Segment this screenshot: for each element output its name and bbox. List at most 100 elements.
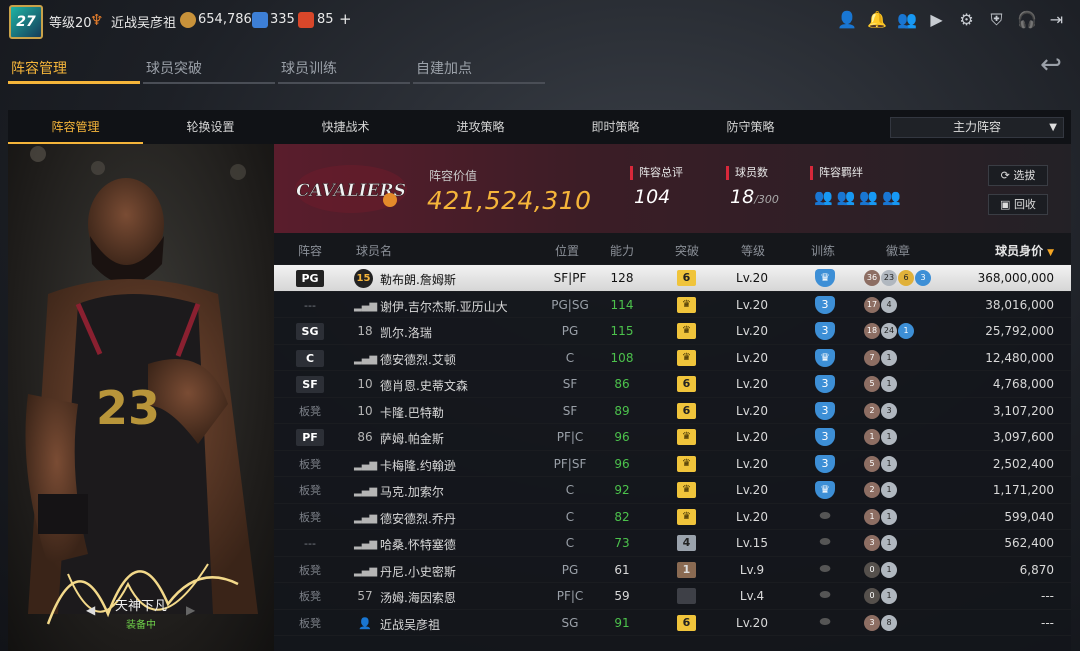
subtab-lineup[interactable]: 阵容管理 [8,110,143,144]
lineup-slot[interactable]: PF [296,429,324,446]
select-button[interactable]: ⟳ 选拔 [988,165,1048,186]
lineup-slot[interactable]: 板凳 [296,456,324,473]
player-name[interactable]: 德安德烈.乔丹 [380,510,456,527]
tab-player-training[interactable]: 球员训练 [278,52,410,84]
headset-icon[interactable]: 🎧 [1017,10,1037,29]
card-name-bar: 天神下凡 装备中 [8,595,274,631]
player-level: Lv.20 [736,324,768,338]
friends-icon[interactable]: 👥 [897,10,917,29]
user-icon[interactable]: 👤 [837,10,857,29]
subtab-instant[interactable]: 即时策略 [548,110,683,144]
subtab-offense[interactable]: 进攻策略 [413,110,548,144]
subtab-quick-tactics[interactable]: 快捷战术 [278,110,413,144]
bell-icon[interactable]: 🔔 [867,10,887,29]
col-value[interactable]: 球员身价 ▼ [926,242,1054,259]
lineup-slot[interactable]: SG [296,323,324,340]
lineup-slot[interactable]: C [296,349,324,367]
player-name[interactable]: 谢伊.吉尔杰斯.亚历山大 [380,298,508,315]
badge-count: 4 [881,296,897,313]
badge-group: 01 [864,588,897,604]
breakthrough-badge: 6 [677,270,696,286]
table-row[interactable]: --- ▂▄▆ 哈桑.怀特塞德 C 73 4 Lv.15 ⬬ 3 1 562,400 [274,530,1071,557]
bond-icons[interactable]: 👥 👥 👥 👥 [814,188,901,206]
user-icon: 👤 [358,616,372,630]
table-row[interactable]: 板凳 ▂▄▆ 丹尼.小史密斯 PG 61 1 Lv.9 ⬬ 0 1 6,870 [274,557,1071,583]
table-row[interactable]: 板凳 ▂▄▆ 马克.加索尔 C 92 ♛ Lv.20 ♛ 2 1 1,171,200 [274,477,1071,504]
lineup-slot[interactable]: --- [296,297,324,314]
player-name[interactable]: 卡梅隆.约翰逊 [380,457,456,474]
lineup-slot[interactable]: 板凳 [296,403,324,420]
lineup-slot[interactable]: 板凳 [296,615,324,632]
table-row[interactable]: 板凳 👤 近战吴彦祖 SG 91 6 Lv.20 ⬬ 3 8 --- [274,610,1071,636]
table-row[interactable]: 板凳 ▂▄▆ 德安德烈.乔丹 C 82 ♛ Lv.20 ⬬ 1 1 599,040 [274,504,1071,530]
lineup-dropdown[interactable]: 主力阵容 ▼ [890,117,1064,138]
player-position: C [565,483,575,497]
col-lineup[interactable]: 阵容 [298,242,322,259]
lineup-slot[interactable]: SF [296,376,324,393]
back-arrow-icon[interactable]: ↩ [1032,50,1070,80]
table-body: PG 15 勒布朗.詹姆斯 SF|PF 128 6 Lv.20 ♛ 36 23 6 3 368,000,… [274,265,1071,636]
col-ability[interactable]: 能力 [610,242,634,259]
col-level[interactable]: 等级 [741,242,765,259]
rating-value: 104 [634,186,671,208]
lineup-slot[interactable]: 板凳 [296,588,324,605]
table-row[interactable]: 板凳 10 卡隆.巴特勒 SF 89 6 Lv.20 3 2 3 3,107,200 [274,398,1071,424]
table-row[interactable]: 板凳 57 汤姆.海因索恩 PF|C 59 Lv.4 ⬬ 0 1 --- [274,583,1071,610]
breakthrough-badge: 6 [677,402,696,419]
exit-icon[interactable]: ⇥ [1047,10,1066,29]
player-name[interactable]: 马克.加索尔 [380,483,444,500]
table-row[interactable]: SF 10 德肖恩.史蒂文森 SF 86 6 Lv.20 3 5 1 4,768,000 [274,371,1071,398]
tab-player-breakthrough[interactable]: 球员突破 [143,52,275,84]
badge-count: 1 [881,535,897,551]
badge-count: 36 [864,270,880,286]
player-name[interactable]: 卡隆.巴特勒 [380,404,444,421]
player-card[interactable]: 23 ◀ ▶ 天神下凡 装备中 [8,144,274,651]
table-row[interactable]: SG 18 凯尔.洛瑞 PG 115 ♛ Lv.20 3 18 24 1 25,792,000 [274,318,1071,345]
table-row[interactable]: 板凳 ▂▄▆ 卡梅隆.约翰逊 PF|SF 96 ♛ Lv.20 3 5 1 2,502,400 [274,451,1071,477]
subtab-defense[interactable]: 防守策略 [683,110,818,144]
player-name[interactable]: 萨姆.帕金斯 [380,430,444,447]
player-name[interactable]: 汤姆.海因索恩 [380,589,456,606]
player-name[interactable]: 近战吴彦祖 [380,616,440,633]
lineup-slot[interactable]: 板凳 [296,509,324,526]
player-position: SF [562,377,578,391]
table-row[interactable]: PG 15 勒布朗.詹姆斯 SF|PF 128 6 Lv.20 ♛ 36 23 6 3 368,000,… [274,265,1071,292]
lineup-slot[interactable]: PG [296,270,324,287]
col-name[interactable]: 球员名 [356,242,392,259]
training-empty-icon: ⬬ [819,614,831,630]
col-value-label: 球员身价 [995,244,1044,258]
player-name[interactable]: 丹尼.小史密斯 [380,563,456,580]
col-badge[interactable]: 徽章 [886,242,910,259]
player-name[interactable]: 勒布朗.詹姆斯 [380,271,456,288]
subtab-rotation[interactable]: 轮换设置 [143,110,278,144]
badge-count: 0 [864,588,880,604]
player-name[interactable]: 德肖恩.史蒂文森 [380,377,468,394]
recycle-button[interactable]: ▣ 回收 [988,194,1048,215]
shield-icon[interactable]: ⛨ [987,10,1006,29]
col-position[interactable]: 位置 [555,242,579,259]
training-crown-icon: ♛ [815,269,835,287]
tab-custom-points[interactable]: 自建加点 [413,52,545,84]
player-name[interactable]: 德安德烈.艾顿 [380,351,456,368]
badge-count: 7 [864,349,880,366]
col-breakthrough[interactable]: 突破 [675,242,699,259]
add-currency-button[interactable]: + [339,10,352,28]
badge-group: 71 [864,349,897,366]
gear-icon[interactable]: ⚙ [957,10,976,29]
player-ability: 96 [614,430,630,444]
player-name[interactable]: 哈桑.怀特塞德 [380,536,456,553]
badge-count: 2 [864,402,880,419]
player-avatar[interactable]: 27 [9,5,43,39]
table-row[interactable]: PF 86 萨姆.帕金斯 PF|C 96 ♛ Lv.20 3 1 1 3,097,600 [274,424,1071,451]
col-training[interactable]: 训练 [811,242,835,259]
lineup-slot[interactable]: --- [296,535,324,552]
table-row[interactable]: --- ▂▄▆ 谢伊.吉尔杰斯.亚历山大 PG|SG 114 ♛ Lv.20 3 17 4 38,0… [274,292,1071,318]
video-icon[interactable]: ▶ [927,10,946,29]
lineup-slot[interactable]: 板凳 [296,482,324,499]
player-count-max: /300 [754,193,779,206]
tab-lineup-management[interactable]: 阵容管理 [8,52,140,84]
player-level: Lv.20 [736,483,768,497]
table-row[interactable]: C ▂▄▆ 德安德烈.艾顿 C 108 ♛ Lv.20 ♛ 7 1 12,480,000 [274,345,1071,371]
player-name[interactable]: 凯尔.洛瑞 [380,324,432,341]
lineup-slot[interactable]: 板凳 [296,562,324,579]
